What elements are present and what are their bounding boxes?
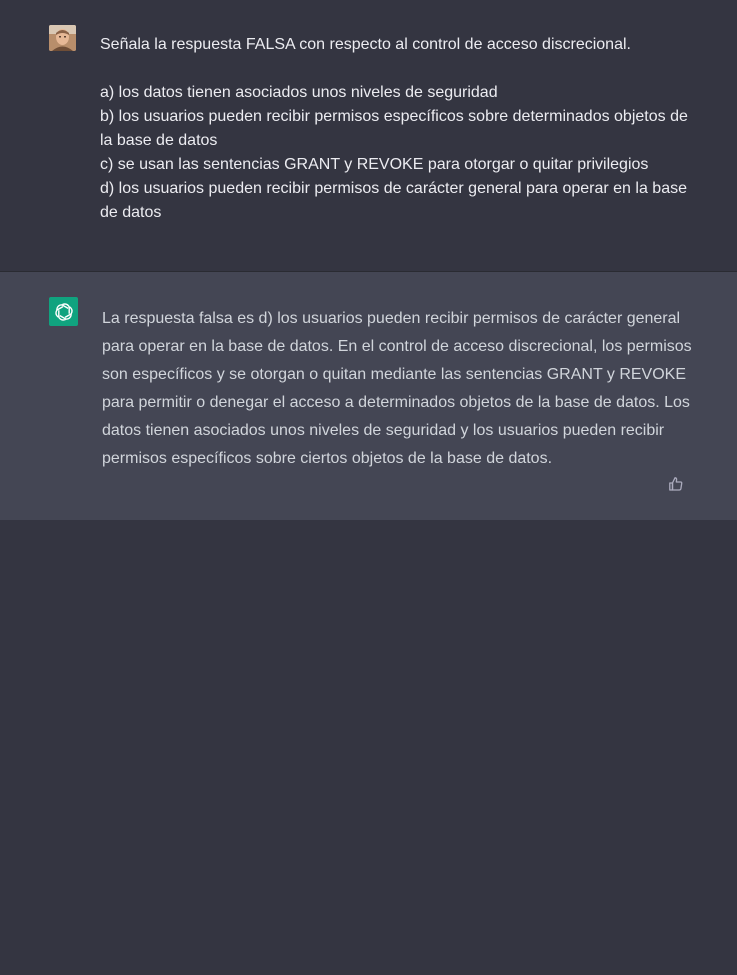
- option-d: d) los usuarios pueden recibir permisos …: [100, 180, 687, 221]
- assistant-message-row: La respuesta falsa es d) los usuarios pu…: [0, 272, 737, 520]
- empty-conversation-area: [0, 520, 737, 975]
- thumbs-up-icon[interactable]: [667, 475, 685, 493]
- user-message-text: Señala la respuesta FALSA con respecto a…: [100, 33, 700, 225]
- openai-logo-icon: [49, 297, 78, 326]
- question-text: Señala la respuesta FALSA con respecto a…: [100, 36, 631, 53]
- user-message-row: Señala la respuesta FALSA con respecto a…: [0, 0, 737, 272]
- user-avatar: [49, 25, 76, 51]
- option-b: b) los usuarios pueden recibir permisos …: [100, 108, 688, 149]
- option-a: a) los datos tienen asociados unos nivel…: [100, 84, 498, 101]
- option-c: c) se usan las sentencias GRANT y REVOKE…: [100, 156, 649, 173]
- assistant-message-text: La respuesta falsa es d) los usuarios pu…: [102, 310, 692, 467]
